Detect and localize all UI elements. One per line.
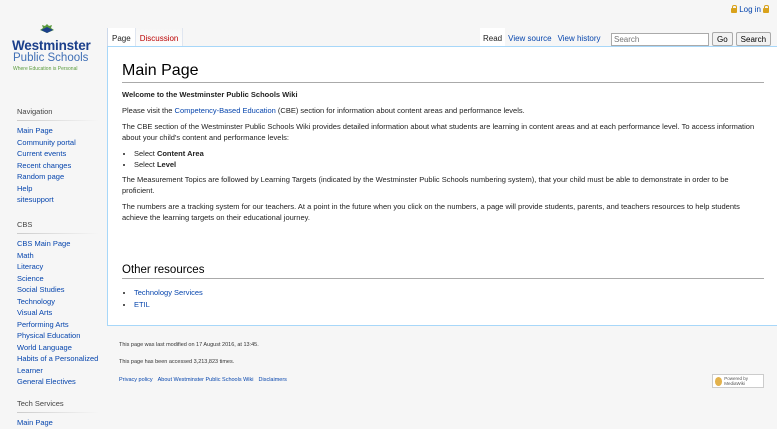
sidebar-item-help[interactable]: Help [17,184,32,193]
site-logo[interactable]: Westminster Public Schools Where Educati… [10,24,102,79]
welcome-heading: Welcome to the Westminster Public School… [122,90,298,99]
search-form: Go Search [611,32,772,46]
paragraph-intro: Please visit the Competency-Based Educat… [122,105,762,116]
login-link[interactable]: Log in [739,5,761,14]
cbs-list: CBS Main Page Math Literacy Science Social S… [0,238,106,388]
sidebar-item-science[interactable]: Science [17,274,44,283]
lock-icon [731,5,738,13]
sidebar-item: Physical Education [17,330,106,342]
sidebar-item-physical-education[interactable]: Physical Education [17,331,80,340]
navigation-heading: Navigation [17,107,53,116]
text: Please visit the [122,106,175,115]
paragraph-numbers: The numbers are a tracking system for ou… [122,202,740,222]
list-item: Technology Services [134,287,203,299]
sidebar-item: Math [17,250,106,262]
other-resources-list: Technology Services ETIL [122,287,203,311]
select-list: Select Content Area Select Level [122,148,762,170]
sidebar-item: Recent changes [17,160,106,172]
sidebar-item: World Language [17,342,106,354]
mortarboard-icon [40,24,54,33]
powered-by-mediawiki-badge[interactable]: Powered by MediaWiki [712,374,764,388]
go-button[interactable]: Go [712,32,733,46]
sidebar-item-current-events[interactable]: Current events [17,149,66,158]
text: Select [134,160,157,169]
text: Select [134,149,157,158]
sidebar-item-literacy[interactable]: Literacy [17,262,43,271]
etil-link[interactable]: ETIL [134,300,150,309]
paragraph-cbe: The CBE section of the Westminster Publi… [122,122,755,142]
sidebar-item: Social Studies [17,284,106,296]
search-button[interactable]: Search [735,32,772,46]
other-resources-heading: Other resources [122,264,205,276]
sidebar-item-habits-of-a-personalized-learner[interactable]: Habits of a Personalized Learner [17,354,98,375]
content-area: Main Page Welcome to the Westminster Pub… [107,46,777,326]
sidebar-item-math[interactable]: Math [17,251,34,260]
disclaimers-link[interactable]: Disclaimers [259,377,287,383]
lock-icon [763,5,769,13]
sidebar-item: Technology [17,296,106,308]
sidebar-item: CBS Main Page [17,238,106,250]
sidebar-item: Random page [17,171,106,183]
divider [17,412,99,413]
bold-text: Level [156,160,177,169]
logo-line1: Westminster [12,38,91,53]
sidebar-item-random-page[interactable]: Random page [17,172,64,181]
cbe-link[interactable]: Competency-Based Education [175,106,276,115]
sidebar-item: Current events [17,148,106,160]
privacy-policy-link[interactable]: Privacy policy [119,377,153,383]
page-title: Main Page [122,62,199,79]
sidebar-item-main-page[interactable]: Main Page [17,126,53,135]
list-item: Select Content Area [134,148,762,159]
sidebar-item: sitesupport [17,194,106,206]
sidebar-item: Visual Arts [17,307,106,319]
divider [17,120,99,121]
powered-by-text: Powered by MediaWiki [724,376,748,386]
mediawiki-icon [715,376,723,386]
personal-tools: Log in [731,5,769,14]
divider [122,82,764,83]
divider [122,278,764,279]
sidebar-item-technology[interactable]: Technology [17,297,55,306]
last-modified: This page was last modified on 17 August… [119,342,259,348]
tech-heading: Tech Services [17,399,64,408]
bold-text: Content Area [156,149,204,158]
cbs-portlet: CBS CBS Main Page Math Literacy Science Soci… [0,220,106,388]
sidebar-item-community-portal[interactable]: Community portal [17,138,76,147]
about-link[interactable]: About Westminster Public Schools Wiki [158,377,254,383]
sidebar-item: Community portal [17,137,106,149]
sidebar-item-social-studies[interactable]: Social Studies [17,285,65,294]
sidebar-item: Help [17,183,106,195]
list-item: Select Level [134,159,762,170]
sidebar-item-world-language[interactable]: World Language [17,343,72,352]
footer-links: Privacy policy About Westminster Public … [119,377,287,383]
list-item: ETIL [134,299,203,311]
sidebar-item-performing-arts[interactable]: Performing Arts [17,320,69,329]
navigation-list: Main Page Community portal Current events R… [0,125,106,206]
text: (CBE) section for information about cont… [275,106,525,115]
sidebar-item-general-electives[interactable]: General Electives [17,377,76,386]
logo-tagline: Where Education is Personal [13,66,78,72]
sidebar-item: Science [17,273,106,285]
cbs-heading: CBS [17,220,33,229]
sidebar-item: Habits of a Personalized Learner [17,353,106,376]
sidebar-item: Performing Arts [17,319,106,331]
sidebar-item: General Electives [17,376,106,388]
tech-portlet: Tech Services Main Page [0,399,106,429]
sidebar-item-visual-arts[interactable]: Visual Arts [17,308,52,317]
sidebar-item-cbs-main-page[interactable]: CBS Main Page [17,239,70,248]
sidebar-item-recent-changes[interactable]: Recent changes [17,161,71,170]
article-body: Welcome to the Westminster Public School… [122,89,762,228]
divider [17,233,99,234]
sidebar-item: Literacy [17,261,106,273]
view-count: This page has been accessed 3,213,823 ti… [119,359,235,365]
sidebar-item-sitesupport[interactable]: sitesupport [17,195,54,204]
paragraph-measurement: The Measurement Topics are followed by L… [122,175,729,195]
navigation-portlet: Navigation Main Page Community portal Curr… [0,107,106,206]
technology-services-link[interactable]: Technology Services [134,288,203,297]
search-input[interactable] [611,32,709,46]
logo-line2: Public Schools [13,52,89,64]
sidebar-item: Main Page [17,125,106,137]
